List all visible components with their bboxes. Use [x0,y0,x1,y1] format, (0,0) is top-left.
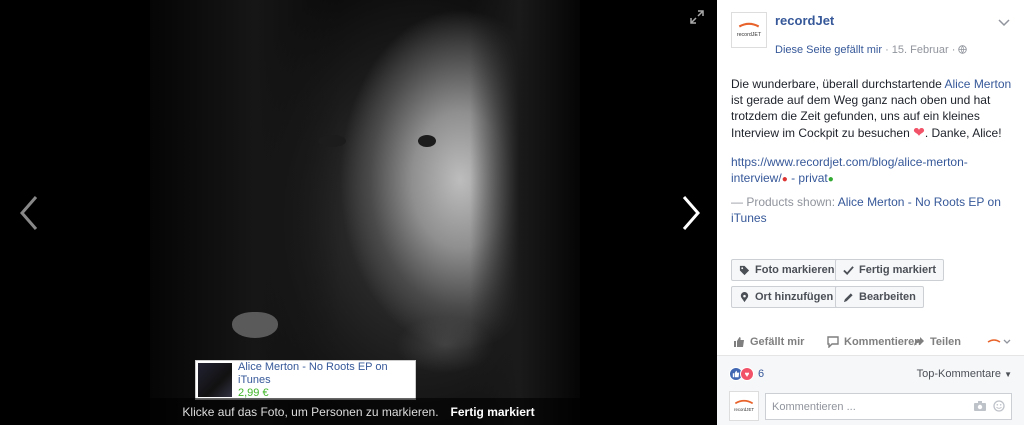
post-url-suffix[interactable]: - privat [788,171,828,185]
share-arrow-icon [914,337,924,346]
pencil-icon [843,292,853,302]
fullscreen-icon[interactable] [690,10,704,24]
comment-input[interactable]: Kommentieren ... [765,393,1012,420]
next-arrow-icon[interactable] [676,193,704,233]
checkmark-icon [843,265,854,275]
tag-photo-label: Foto markieren [755,264,835,276]
product-tag-title[interactable]: Alice Merton - No Roots EP on iTunes [238,361,413,387]
like-button[interactable]: Gefällt mir [733,336,804,348]
page-name[interactable]: recordJet [775,13,834,28]
share-button[interactable]: Teilen [913,336,961,348]
mention-link[interactable]: Alice Merton [944,77,1011,91]
post-text-start: Die wunderbare, überall durchstartende [731,77,945,91]
comment-placeholder: Kommentieren ... [772,401,856,413]
post-text: Die wunderbare, überall durchstartende A… [731,76,1016,141]
post-meta: Diese Seite gefällt mir · 15. Februar · [775,44,968,56]
page-avatar[interactable]: recordJET [731,12,767,48]
tagging-hint: Klicke auf das Foto, um Personen zu mark… [182,404,439,419]
location-pin-icon [740,291,749,302]
dropdown-arrow-icon: ▼ [1004,370,1012,379]
globe-icon[interactable] [958,45,968,54]
photo-stage[interactable]: Alice Merton - No Roots EP on iTunes 2,9… [0,0,717,425]
photo-viewer: Alice Merton - No Roots EP on iTunes 2,9… [0,0,1024,425]
done-tagging-button[interactable]: Fertig markiert [835,259,945,281]
camera-icon[interactable] [973,400,987,412]
product-tag-card[interactable]: Alice Merton - No Roots EP on iTunes 2,9… [195,360,416,400]
page-liked-label[interactable]: Diese Seite gefällt mir [775,44,882,56]
photo-eye-left [318,135,346,147]
meta-separator: · [885,44,892,56]
page-logo-text: recordJET [737,32,762,38]
post-url: https://www.recordjet.com/blog/alice-mer… [731,154,1001,188]
tagging-caption-bar: Klicke auf das Foto, um Personen zu mark… [0,398,717,425]
top-comments-dropdown[interactable]: Top-Kommentare ▼ [917,368,1012,380]
top-comments-label: Top-Kommentare [916,368,1002,380]
photo-lips [232,312,278,338]
tag-icon [739,265,750,275]
meta-separator: · [951,44,959,56]
love-reaction-icon: ♥ [740,367,754,381]
post-url-link[interactable]: https://www.recordjet.com/blog/alice-mer… [731,155,968,185]
commenter-avatar: recordJET [729,391,759,421]
done-tagging-label: Fertig markiert [859,264,937,276]
post-header: recordJET recordJet Diese Seite gefällt … [717,0,1024,58]
reactions-summary[interactable]: ♥ 6 [729,367,764,381]
post-date[interactable]: 15. Februar [892,44,949,56]
photo-shadow-right [470,0,580,425]
like-label: Gefällt mir [750,336,805,348]
share-label: Teilen [930,336,961,348]
add-location-label: Ort hinzufügen [755,291,834,303]
edit-button[interactable]: Bearbeiten [835,286,924,308]
commenter-logo-text: recordJET [734,407,754,412]
post-as-selector[interactable] [986,336,1012,348]
reaction-count[interactable]: 6 [758,368,764,380]
thumbs-up-icon [734,337,744,347]
products-prefix: — Products shown: [731,195,838,209]
comment-label: Kommentieren [844,336,922,348]
shield-emoji-icon: ● [827,174,834,185]
previous-arrow-icon[interactable] [16,193,44,233]
post-text-end: . Danke, Alice! [924,126,1002,140]
photo-eye-right [418,135,436,147]
post-options-chevron-icon[interactable] [998,14,1010,27]
comment-input-icons [973,400,1005,412]
comment-button[interactable]: Kommentieren [827,336,921,348]
comment-bubble-icon [827,336,839,348]
reactions-comments-section: ♥ 6 Top-Kommentare ▼ recordJET Kommentie… [717,356,1024,425]
heart-emoji-icon: ❤ [913,124,925,140]
products-shown: — Products shown: Alice Merton - No Root… [731,194,1011,226]
done-tagging-link[interactable]: Fertig markiert [451,405,535,419]
edit-label: Bearbeiten [859,291,916,303]
post-side-panel: recordJET recordJet Diese Seite gefällt … [717,0,1024,425]
add-location-button[interactable]: Ort hinzufügen [731,286,842,308]
product-thumbnail [198,363,232,397]
post-actions: Gefällt mir Kommentieren Teilen [731,333,1016,353]
tag-photo-button[interactable]: Foto markieren [731,259,843,281]
emoji-icon[interactable] [993,400,1005,412]
